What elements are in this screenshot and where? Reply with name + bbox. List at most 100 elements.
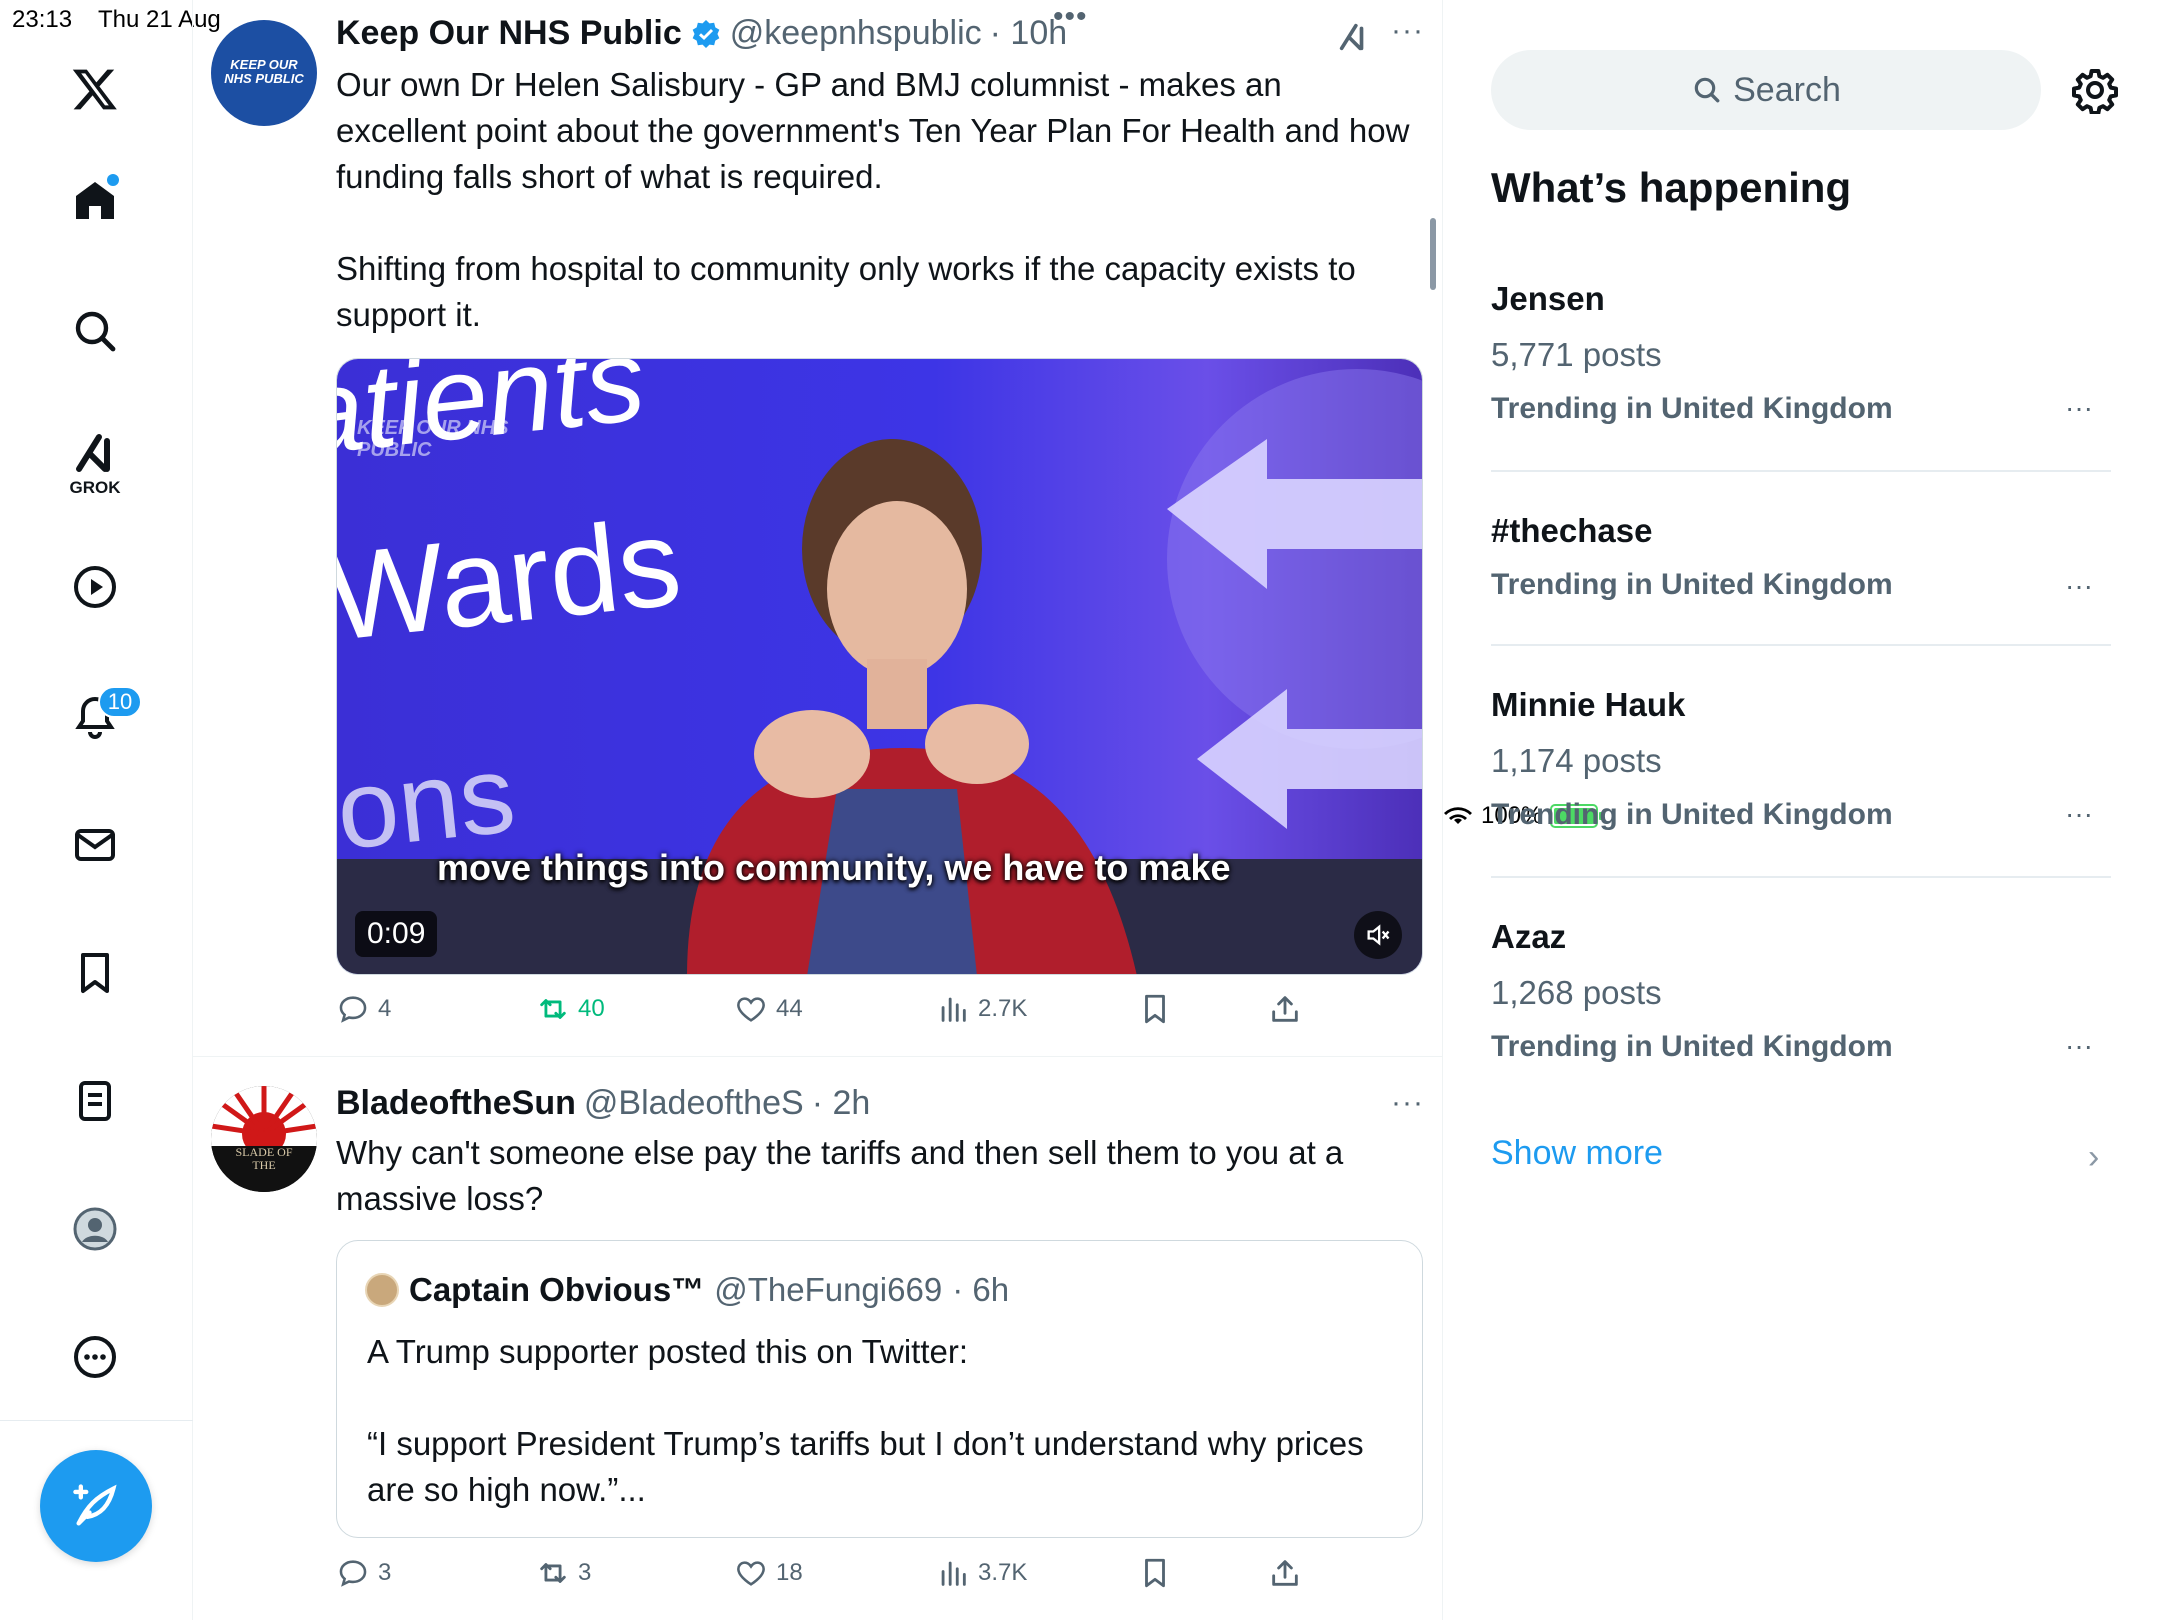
reply-button[interactable]: 4 [336,992,391,1026]
mail-icon[interactable] [66,816,124,874]
trend-item[interactable]: Jensen 5,771 posts Trending in United Ki… [1491,280,2111,426]
views-button[interactable]: 3.7K [936,1556,1027,1590]
quote-text-line-2: “I support President Trump’s tariffs but… [367,1425,1364,1508]
search-input[interactable]: Search [1491,50,2041,130]
trend-divider [1491,876,2111,878]
author-handle[interactable]: @keepnhspublic [730,14,982,53]
view-count: 2.7K [978,995,1028,1022]
heart-icon [737,1561,765,1586]
search-icon[interactable] [66,302,124,360]
share-icon [1272,1560,1298,1586]
tweet-text-2: Shifting from hospital to community only… [336,250,1356,333]
like-button[interactable]: 44 [734,992,803,1026]
bookmark-icon [1145,994,1165,1024]
trend-item[interactable]: #thechase Trending in United Kingdom ··· [1491,512,2111,602]
tweet-actions: 3 3 18 3.7K [336,1556,1336,1604]
repost-button[interactable]: 40 [536,992,605,1026]
quoted-tweet[interactable]: Captain Obvious™ @TheFungi669 · 6h A Tru… [336,1240,1423,1538]
bookmark-button[interactable] [1138,1556,1172,1590]
gear-icon[interactable] [2071,66,2119,114]
nav-divider [0,1420,193,1421]
home-unread-dot [107,174,119,186]
repost-icon [540,1563,566,1583]
bookmark-icon [1145,1558,1165,1588]
notifications-badge: 10 [98,686,142,718]
trend-item[interactable]: Minnie Hauk 1,174 posts Trending in Unit… [1491,686,2111,832]
page-more-dots[interactable]: ••• [1053,0,1088,34]
avatar-logo-text: SLADE OF THE [235,1145,293,1172]
avatar[interactable]: SLADE OF THE [211,1086,317,1192]
tweet-header: BladeoftheSun @BladeoftheS · 2h [336,1084,870,1123]
reply-count: 3 [378,1559,392,1586]
like-count: 44 [776,995,803,1022]
view-count: 3.7K [978,1559,1028,1586]
search-placeholder: Search [1733,70,1841,109]
share-button[interactable] [1268,1556,1302,1590]
avatar[interactable]: KEEP OUR NHS PUBLIC [211,20,317,126]
quote-header: Captain Obvious™ @TheFungi669 · 6h [365,1271,1009,1309]
trend-name: Minnie Hauk [1491,686,1686,723]
author-name[interactable]: Keep Our NHS Public [336,14,682,53]
quote-author-handle[interactable]: @TheFungi669 [714,1271,942,1309]
quote-text-line-1: A Trump supporter posted this on Twitter… [367,1333,969,1370]
trend-more-icon[interactable]: ··· [2065,570,2093,602]
views-icon [941,1561,966,1586]
like-count: 18 [776,1559,803,1586]
author-name[interactable]: BladeoftheSun [336,1084,576,1123]
bookmark-icon[interactable] [66,944,124,1002]
reply-button[interactable]: 3 [336,1556,391,1590]
trend-name: #thechase [1491,512,1653,549]
reply-icon [339,996,367,1023]
views-button[interactable]: 2.7K [936,992,1027,1026]
reply-count: 4 [378,995,392,1022]
tweet-more-icon[interactable]: ··· [1391,14,1424,48]
trend-context: Trending in United Kingdom [1491,568,1893,601]
tweet-text: Our own Dr Helen Salisbury - GP and BMJ … [336,66,1410,195]
bookmark-button[interactable] [1138,992,1172,1026]
search-icon [1694,77,1720,103]
more-icon[interactable] [66,1328,124,1386]
reply-icon [339,1560,367,1587]
trend-posts: 1,268 posts [1491,974,1662,1011]
views-icon [941,997,966,1022]
tweet-more-icon[interactable]: ··· [1391,1086,1424,1120]
video-duration: 0:09 [355,911,438,957]
video-watermark: KEEP OUR NHS PUBLIC [357,417,509,461]
video-icon[interactable] [66,558,124,616]
quote-avatar[interactable] [365,1273,399,1307]
mute-button[interactable] [1354,911,1402,959]
scrollbar[interactable] [1430,218,1436,290]
chevron-right-icon[interactable]: › [2088,1138,2099,1177]
trend-more-icon[interactable]: ··· [2065,1030,2093,1062]
repost-button[interactable]: 3 [536,1556,591,1590]
like-button[interactable]: 18 [734,1556,803,1590]
share-button[interactable] [1268,992,1302,1026]
profile-icon[interactable] [66,1200,124,1258]
tweet-header: Keep Our NHS Public @keepnhspublic · 10h [336,14,1067,53]
video-caption: move things into community, we have to m… [437,847,1231,888]
trend-context: Trending in United Kingdom [1491,392,1893,425]
tweet[interactable]: KEEP OUR NHS PUBLIC Keep Our NHS Public … [193,0,1443,1055]
timeline-feed: KEEP OUR NHS PUBLIC Keep Our NHS Public … [193,0,1443,1620]
x-logo-icon[interactable] [66,60,124,118]
quote-author-name[interactable]: Captain Obvious™ [409,1271,704,1309]
video-player[interactable]: atients Wards ons KEEP OUR NHS PUBLIC mo… [336,358,1423,975]
grok-label: GROK [69,478,121,497]
tweet-actions: 4 40 44 2.7K [336,992,1336,1040]
trend-posts: 5,771 posts [1491,336,1662,373]
tweet-text: Why can't someone else pay the tariffs a… [336,1134,1344,1217]
repost-count: 40 [578,995,605,1022]
tweet[interactable]: SLADE OF THE BladeoftheSun @BladeoftheS … [193,1056,1443,1620]
compose-button[interactable] [40,1450,152,1562]
grok-icon[interactable] [66,424,124,482]
grok-icon[interactable] [1336,20,1370,54]
right-sidebar: Search What’s happening Jensen 5,771 pos… [1443,0,2160,1620]
trend-name: Jensen [1491,280,1605,317]
show-more-link[interactable]: Show more [1491,1134,1663,1173]
lists-icon[interactable] [66,1072,124,1130]
trend-item[interactable]: Azaz 1,268 posts Trending in United King… [1491,918,2111,1064]
share-icon [1272,996,1298,1022]
trend-more-icon[interactable]: ··· [2065,392,2093,424]
trend-more-icon[interactable]: ··· [2065,798,2093,830]
author-handle[interactable]: @BladeoftheS [584,1084,804,1123]
